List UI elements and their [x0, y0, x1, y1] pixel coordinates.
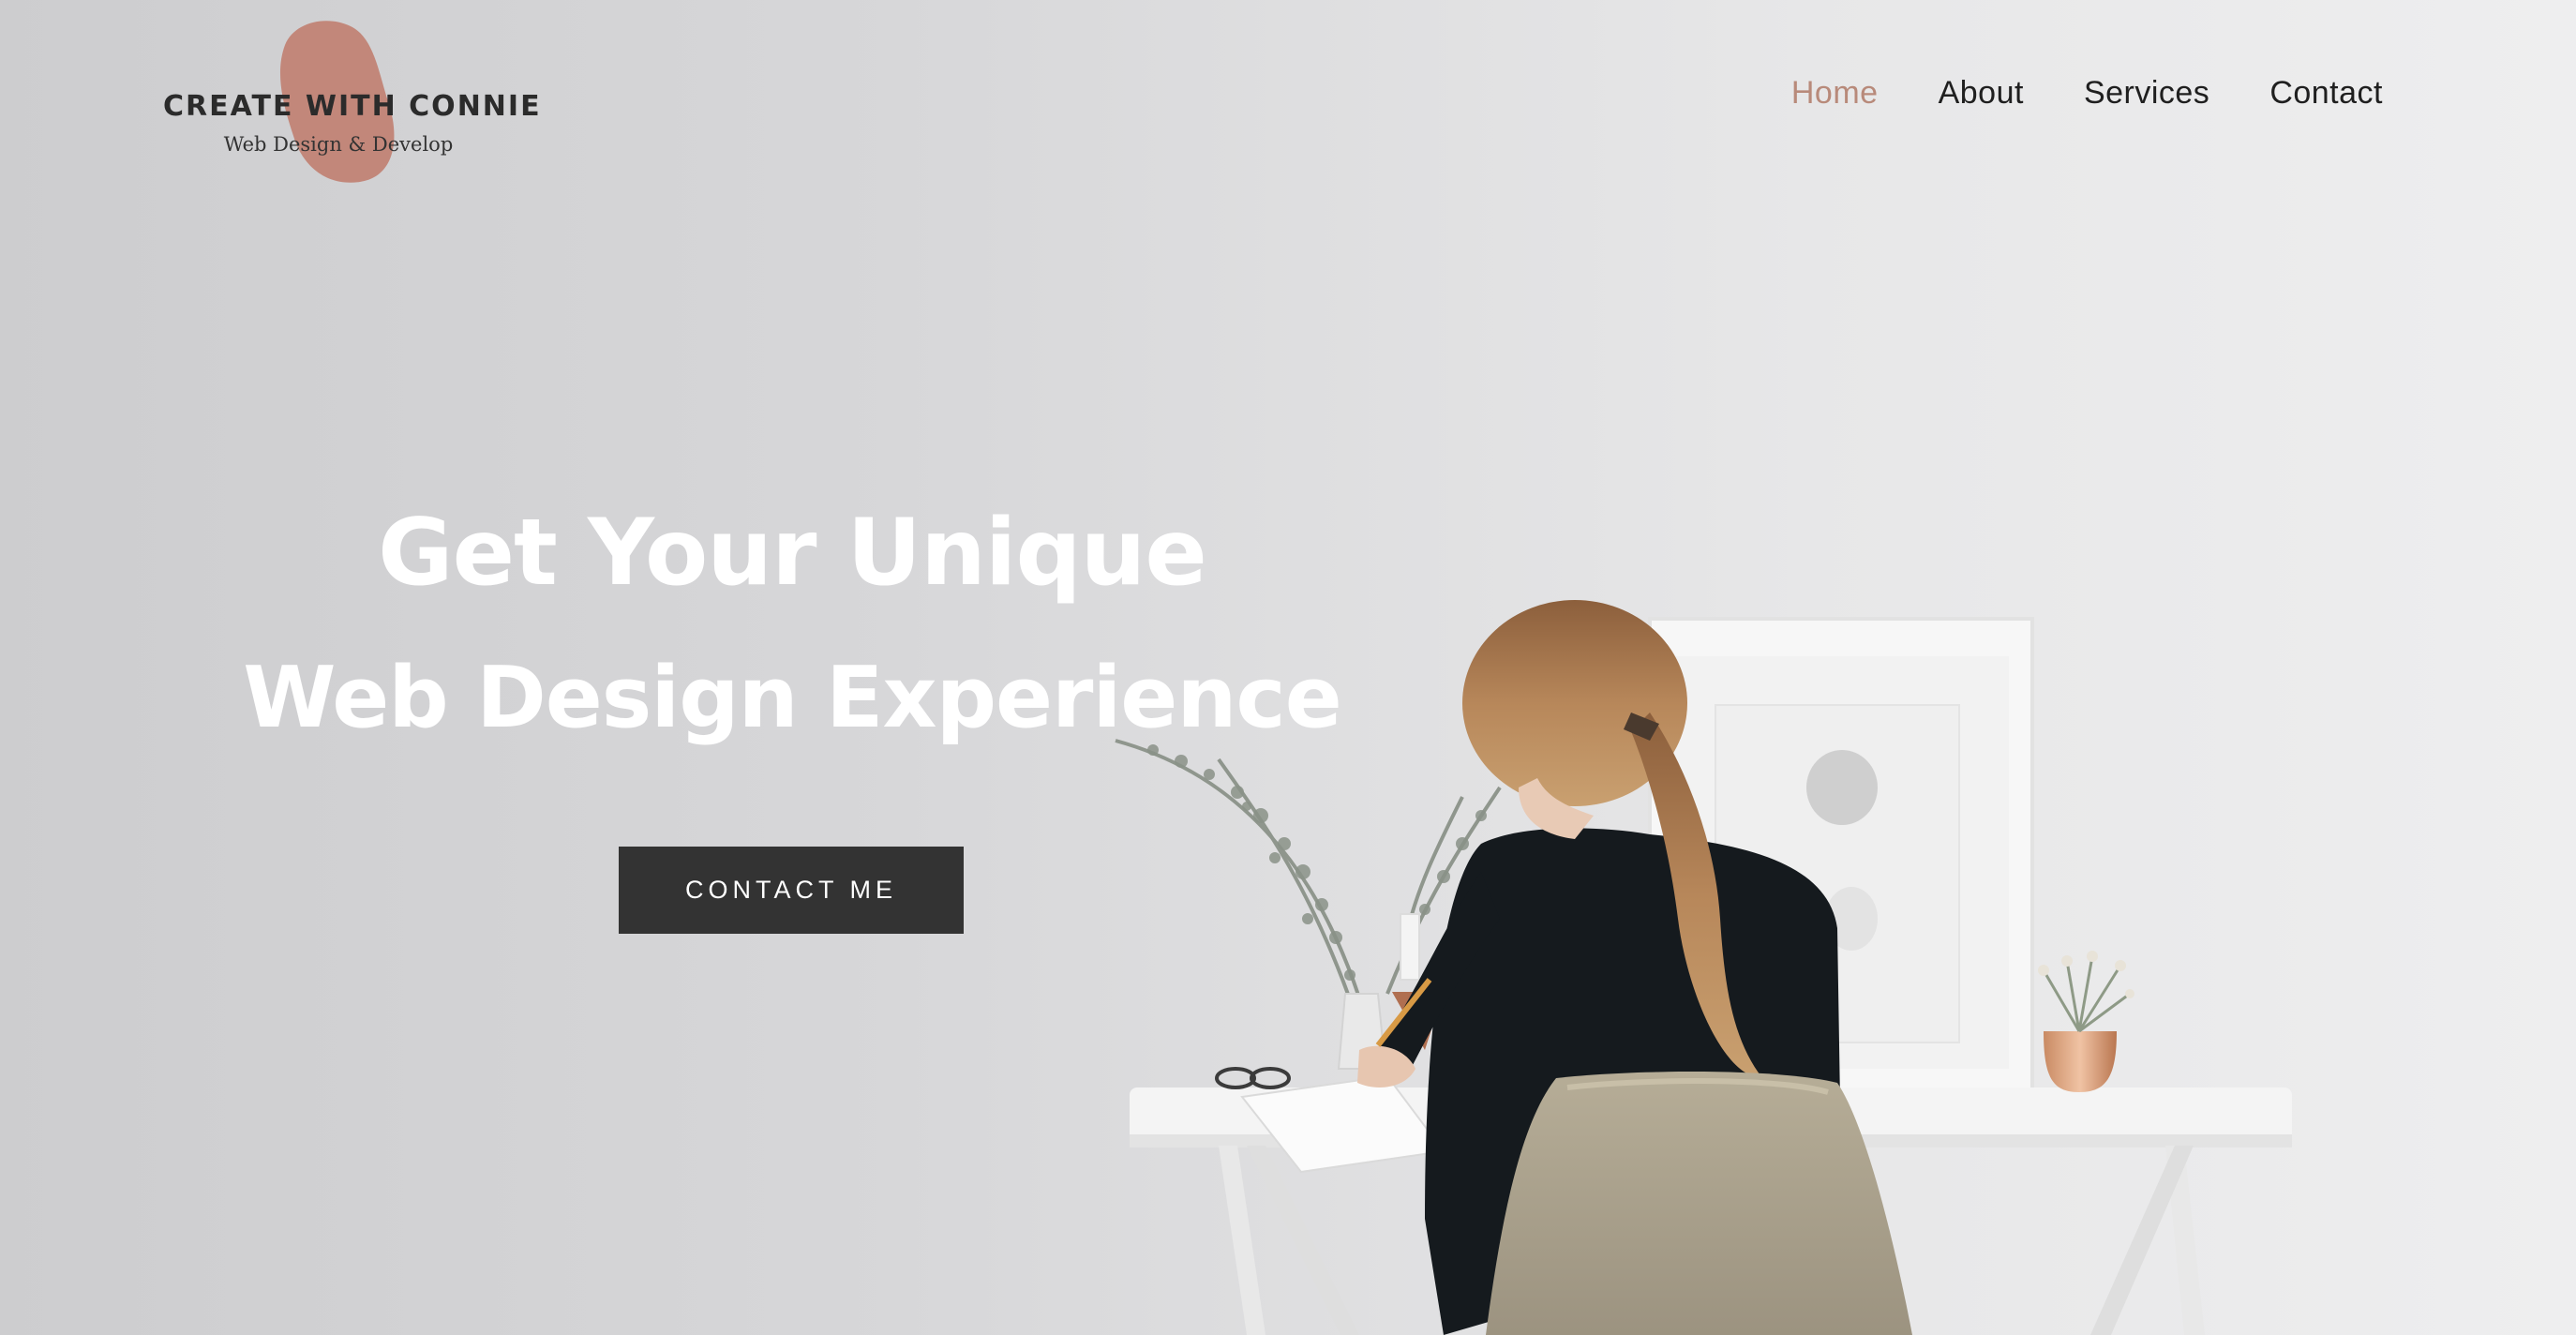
- hero-headline: Get Your Unique Web Design Experience: [0, 488, 1584, 778]
- logo-title: CREATE WITH CONNIE: [163, 90, 542, 123]
- contact-me-button[interactable]: CONTACT ME: [619, 847, 964, 934]
- nav-item-services[interactable]: Services: [2084, 75, 2209, 112]
- hero-headline-line-1: Get Your Unique: [378, 500, 1207, 607]
- hero-headline-line-2: Web Design Experience: [243, 649, 1342, 747]
- site-logo[interactable]: CREATE WITH CONNIE Web Design & Develop: [163, 17, 542, 186]
- hero-section: CREATE WITH CONNIE Web Design & Develop …: [0, 0, 2576, 1335]
- nav-item-contact[interactable]: Contact: [2269, 75, 2383, 112]
- chair: [1486, 1072, 1912, 1335]
- logo-subtitle: Web Design & Develop: [223, 133, 454, 156]
- nav-item-about[interactable]: About: [1939, 75, 2024, 112]
- main-navigation: Home About Services Contact: [1791, 75, 2383, 112]
- nav-item-home[interactable]: Home: [1791, 75, 1879, 112]
